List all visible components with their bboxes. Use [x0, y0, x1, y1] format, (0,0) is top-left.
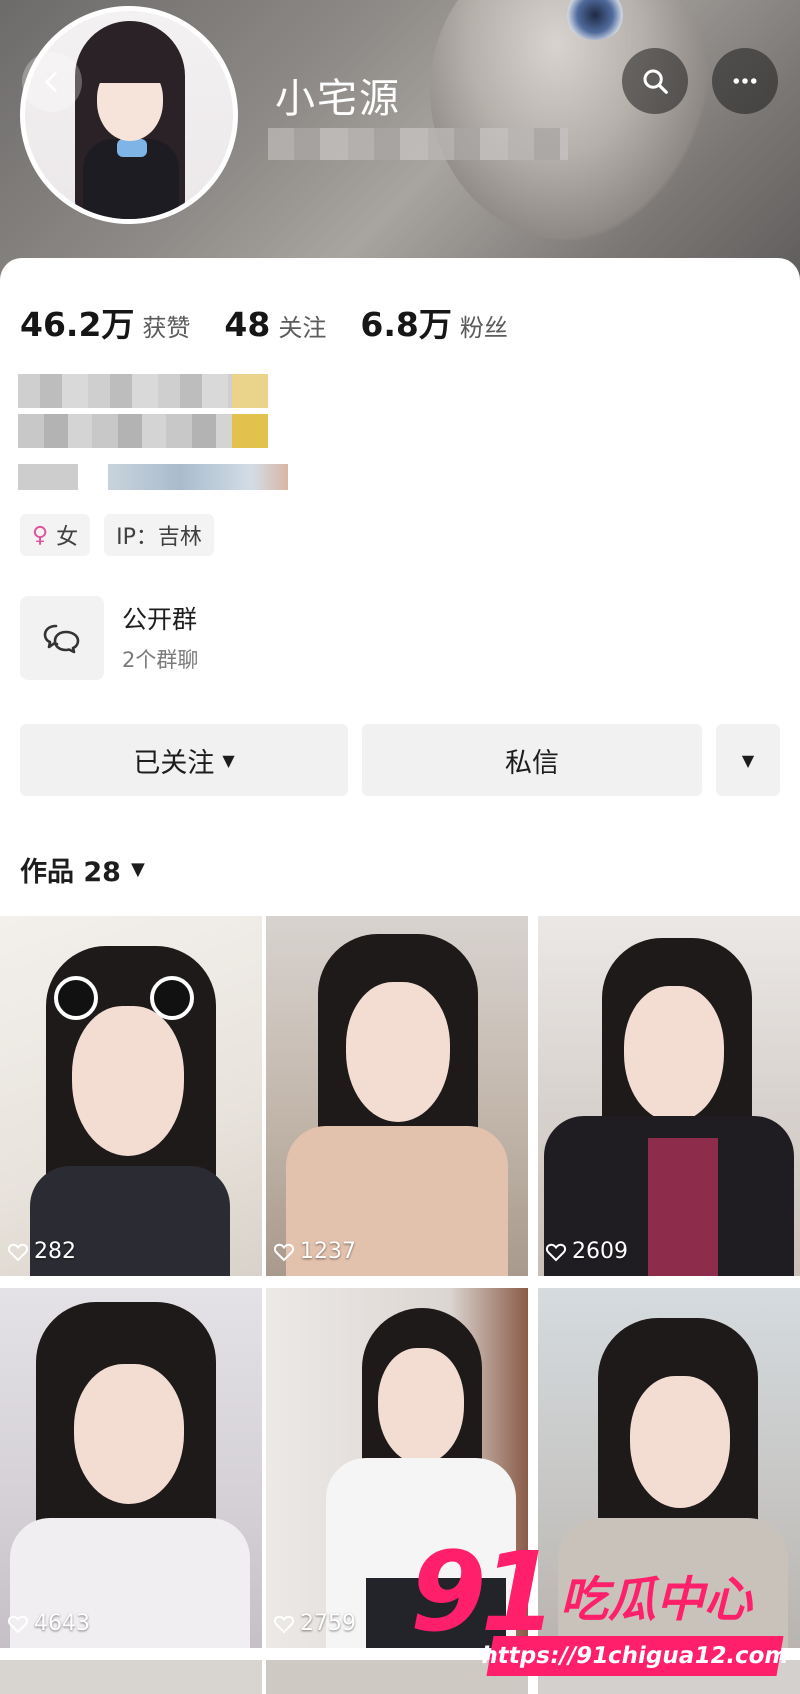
blurred-account-id: [268, 128, 568, 160]
more-horizontal-icon: [733, 78, 757, 84]
ip-location-tag: IP：吉林: [104, 514, 214, 556]
group-chat-icon: [20, 596, 104, 680]
caret-down-icon: ▼: [130, 859, 145, 880]
video-thumbnail[interactable]: 2609: [538, 916, 800, 1276]
like-count: 282: [6, 1239, 76, 1264]
video-thumbnail[interactable]: 282: [0, 916, 262, 1276]
video-thumbnail[interactable]: 4643: [0, 1288, 262, 1648]
gender-tag: ♀ 女: [20, 514, 91, 556]
blurred-bio-line: [18, 414, 268, 448]
stats-row: 46.2万 获赞 48 关注 6.8万 粉丝: [20, 298, 542, 346]
expand-recommend-button[interactable]: ▼: [716, 724, 780, 796]
heart-icon: [273, 1243, 295, 1261]
video-thumbnail[interactable]: 1237: [266, 916, 528, 1276]
search-icon: [643, 69, 668, 94]
caret-down-icon: ▼: [741, 750, 755, 770]
works-tab-label: 作品 28: [20, 857, 121, 888]
stat-label: 关注: [278, 314, 327, 342]
stat-value: 46.2万: [20, 305, 135, 344]
gender-label: 女: [56, 525, 79, 550]
stat-label: 粉丝: [459, 314, 508, 342]
following-button[interactable]: 已关注 ▼: [20, 724, 348, 796]
profile-name: 小宅源: [275, 76, 401, 122]
like-count: 4643: [6, 1611, 90, 1636]
message-button-label: 私信: [505, 747, 559, 779]
like-count: 2759: [272, 1611, 356, 1636]
watermark-name: 吃瓜中心: [560, 1572, 753, 1628]
heart-icon: [7, 1243, 29, 1261]
blurred-bio-line: [18, 374, 268, 408]
avatar[interactable]: [20, 6, 238, 224]
chevron-left-icon: [45, 71, 57, 93]
watermark-logo: 91 吃瓜中心 https://91chigua12.com: [410, 1528, 791, 1688]
heart-icon: [273, 1615, 295, 1633]
heart-icon: [545, 1243, 567, 1261]
profile-tags: ♀ 女 IP：吉林: [20, 514, 228, 556]
profile-header: 小宅源: [0, 0, 800, 290]
message-button[interactable]: 私信: [362, 724, 702, 796]
stat-value: 48: [224, 305, 271, 344]
watermark-url: https://91chigua12.com: [479, 1636, 791, 1676]
blurred-bio-line: [18, 464, 78, 490]
header-background-art: [430, 0, 710, 240]
heart-icon: [7, 1615, 29, 1633]
video-thumbnail[interactable]: [0, 1660, 262, 1694]
ip-location-label: IP：吉林: [116, 525, 202, 550]
following-button-label: 已关注: [133, 747, 215, 779]
female-icon: ♀: [32, 522, 49, 548]
blurred-bio-line: [232, 414, 268, 448]
more-options-button[interactable]: [712, 48, 778, 114]
stat-value: 6.8万: [360, 305, 452, 344]
stat-label: 获赞: [142, 314, 191, 342]
stat-followers[interactable]: 6.8万 粉丝: [360, 298, 507, 346]
action-buttons: 已关注 ▼ 私信 ▼: [20, 724, 780, 796]
blurred-bio-line: [232, 374, 268, 408]
group-subtitle: 2个群聊: [122, 648, 199, 672]
works-tab[interactable]: 作品 28 ▼: [20, 850, 145, 889]
search-button[interactable]: [622, 48, 688, 114]
public-group-entry[interactable]: 公开群 2个群聊: [20, 596, 780, 680]
stat-following[interactable]: 48 关注: [224, 305, 326, 344]
stat-likes: 46.2万 获赞: [20, 298, 190, 346]
caret-down-icon: ▼: [222, 750, 235, 770]
like-count: 2609: [544, 1239, 628, 1264]
back-button[interactable]: [22, 52, 82, 112]
blurred-bio-line: [108, 464, 288, 490]
like-count: 1237: [272, 1239, 356, 1264]
group-title: 公开群: [122, 605, 198, 634]
